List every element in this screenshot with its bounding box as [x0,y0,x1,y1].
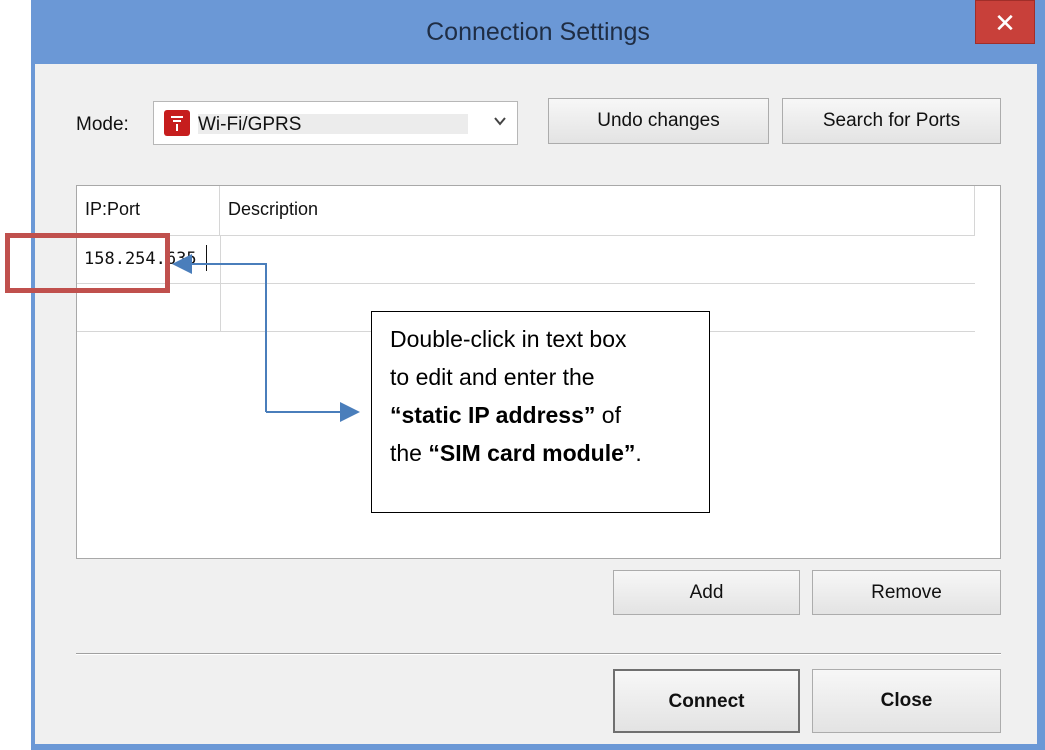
instruction-callout: Double-click in text box to edit and ent… [371,311,710,513]
callout-period: . [635,440,642,466]
callout-bold-sim-module: “SIM card module” [428,440,636,466]
callout-of: of [595,402,621,428]
callout-line-3: “static IP address” of [390,396,709,434]
callout-the: the [390,440,429,466]
callout-bold-static-ip: “static IP address” [390,402,596,428]
callout-line-4: the “SIM card module”. [390,434,709,472]
callout-line-2: to edit and enter the [390,364,595,390]
callout-line-1: Double-click in text box [390,326,627,352]
